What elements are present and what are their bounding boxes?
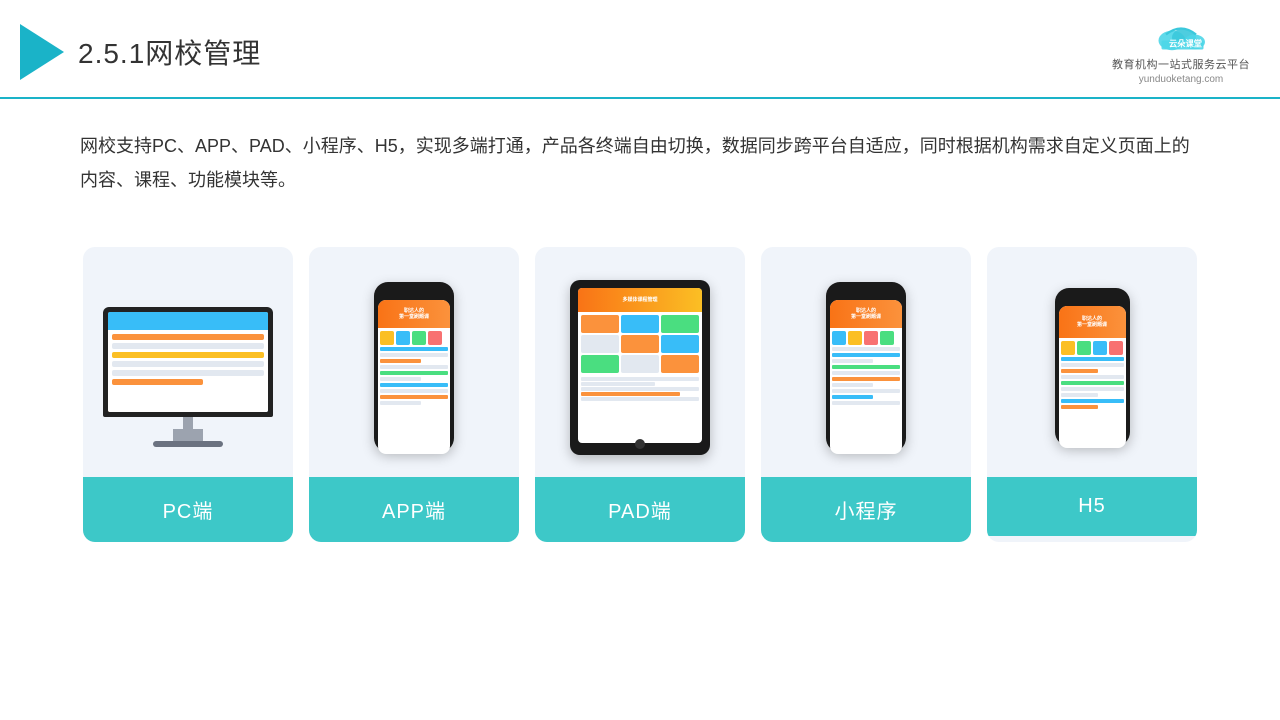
phone-mockup-miniapp: 职达人的第一堂刷题课 bbox=[826, 282, 906, 452]
card-h5-image: 职达人的第一堂刷题课 bbox=[987, 247, 1197, 477]
platform-cards: PC端 职达人的第一堂刷题课 bbox=[0, 227, 1280, 572]
card-pc: PC端 bbox=[83, 247, 293, 542]
tablet-mockup-pad: 多媒体课程管理 bbox=[570, 280, 710, 455]
description-paragraph: 网校支持PC、APP、PAD、小程序、H5，实现多端打通，产品各终端自由切换，数… bbox=[80, 129, 1200, 197]
card-pc-label: PC端 bbox=[83, 477, 293, 542]
svg-text:云朵课堂: 云朵课堂 bbox=[1169, 39, 1202, 49]
card-app-label: APP端 bbox=[309, 477, 519, 542]
title-number: 2.5.1 bbox=[78, 38, 145, 69]
card-miniapp: 职达人的第一堂刷题课 bbox=[761, 247, 971, 542]
card-pc-image bbox=[83, 247, 293, 477]
play-icon bbox=[20, 24, 64, 80]
description-text: 网校支持PC、APP、PAD、小程序、H5，实现多端打通，产品各终端自由切换，数… bbox=[0, 99, 1280, 217]
logo-icon: 云朵课堂 bbox=[1151, 18, 1211, 54]
header-left: 2.5.1网校管理 bbox=[20, 24, 261, 80]
card-app-image: 职达人的第一堂刷题课 bbox=[309, 247, 519, 477]
phone-mockup-h5: 职达人的第一堂刷题课 bbox=[1055, 288, 1130, 446]
card-pad: 多媒体课程管理 bbox=[535, 247, 745, 542]
pc-monitor-mockup bbox=[103, 307, 273, 427]
page-title: 2.5.1网校管理 bbox=[78, 32, 261, 72]
cloud-logo-svg: 云朵课堂 bbox=[1151, 18, 1211, 54]
page-header: 2.5.1网校管理 云朵课堂 教育机构一站式服务云平台 yunduoketang… bbox=[0, 0, 1280, 99]
card-h5-label: H5 bbox=[987, 477, 1197, 536]
logo-url: yunduoketang.com bbox=[1139, 74, 1224, 85]
logo-tagline: 教育机构一站式服务云平台 bbox=[1112, 56, 1250, 72]
card-pad-image: 多媒体课程管理 bbox=[535, 247, 745, 477]
logo-area: 云朵课堂 教育机构一站式服务云平台 yunduoketang.com bbox=[1112, 18, 1250, 85]
card-miniapp-image: 职达人的第一堂刷题课 bbox=[761, 247, 971, 477]
title-main: 网校管理 bbox=[145, 38, 261, 69]
card-app: 职达人的第一堂刷题课 bbox=[309, 247, 519, 542]
card-pad-label: PAD端 bbox=[535, 477, 745, 542]
card-h5: 职达人的第一堂刷题课 bbox=[987, 247, 1197, 542]
card-miniapp-label: 小程序 bbox=[761, 477, 971, 542]
phone-mockup-app: 职达人的第一堂刷题课 bbox=[374, 282, 454, 452]
